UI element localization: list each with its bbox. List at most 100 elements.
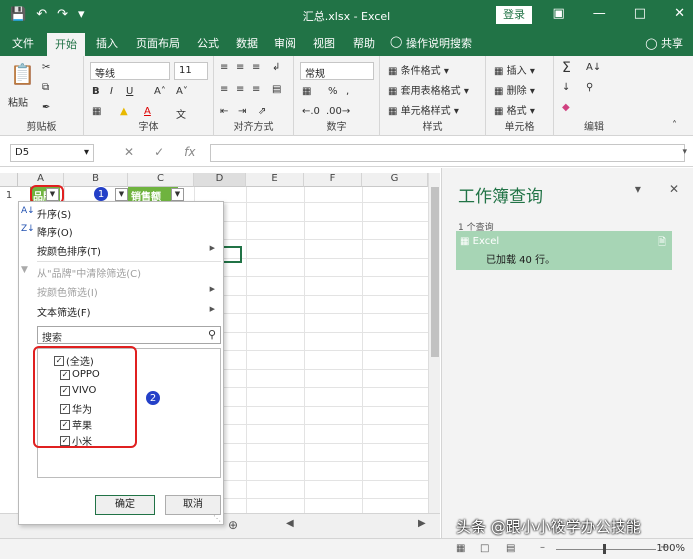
cancel-entry-icon[interactable]: ✕ — [124, 145, 134, 159]
tab-page-layout[interactable]: 页面布局 — [136, 35, 180, 51]
cancel-button[interactable]: 取消 — [165, 495, 221, 515]
tab-data[interactable]: 数据 — [236, 35, 258, 51]
format-painter-icon[interactable]: ✒ — [42, 102, 50, 113]
merge-center-icon[interactable]: ▤ — [272, 84, 281, 95]
align-right-icon[interactable]: ≡ — [252, 84, 260, 95]
confirm-entry-icon[interactable]: ✓ — [154, 145, 164, 159]
font-name-combo[interactable]: 等线 — [90, 62, 170, 80]
page-layout-view-icon[interactable]: □ — [480, 543, 489, 554]
tell-me-search[interactable]: 操作说明搜索 — [406, 35, 472, 51]
filter-dropdown-c1[interactable]: ▼ — [171, 188, 184, 201]
italic-icon[interactable]: I — [110, 86, 113, 97]
scroll-right-icon[interactable]: ▶ — [418, 518, 426, 529]
align-left-icon[interactable]: ≡ — [220, 84, 228, 95]
autosum-icon[interactable]: Σ — [562, 60, 571, 76]
decrease-font-icon[interactable]: A˅ — [176, 86, 188, 97]
format-button[interactable]: ▦ 格式 ▾ — [494, 102, 535, 117]
expand-formula-icon[interactable]: ▾ — [682, 147, 687, 157]
align-top-icon[interactable]: ≡ — [220, 62, 228, 73]
increase-indent-icon[interactable]: ⇥ — [238, 106, 246, 117]
delete-button[interactable]: ▦ 删除 ▾ — [494, 82, 535, 97]
decrease-decimal-icon[interactable]: .00→ — [326, 106, 350, 117]
filter-search-input[interactable]: 搜索 ⚲ — [37, 326, 221, 344]
insert-function-icon[interactable]: fx — [184, 145, 195, 159]
scroll-thumb[interactable] — [431, 187, 439, 357]
tab-insert[interactable]: 插入 — [96, 35, 118, 51]
scroll-left-icon[interactable]: ◀ — [286, 518, 294, 529]
maximize-icon[interactable]: □ — [634, 6, 646, 21]
sort-by-color-item[interactable]: 按颜色排序(T) — [37, 243, 101, 258]
vertical-scrollbar[interactable] — [428, 173, 440, 513]
sort-descending-item[interactable]: 降序(O) — [37, 224, 73, 239]
namebox-dropdown-icon[interactable]: ▾ — [84, 147, 89, 158]
copy-icon[interactable]: ⧉ — [42, 82, 49, 93]
ok-button[interactable]: 确定 — [95, 495, 155, 515]
zoom-slider[interactable] — [556, 549, 656, 550]
cut-icon[interactable]: ✂ — [42, 62, 50, 73]
percent-icon[interactable]: % — [328, 86, 338, 97]
document-icon[interactable]: 🗎 — [658, 235, 666, 252]
align-middle-icon[interactable]: ≡ — [236, 62, 244, 73]
select-all-corner[interactable] — [0, 173, 18, 187]
fill-icon[interactable]: ↓ — [562, 82, 570, 93]
text-filter-item[interactable]: 文本筛选(F) — [37, 304, 91, 319]
collapse-ribbon-icon[interactable]: ˄ — [672, 120, 677, 131]
tab-home[interactable]: 开始 — [47, 33, 85, 56]
name-box[interactable]: D5 ▾ — [10, 144, 94, 162]
orientation-icon[interactable]: ⇗ — [258, 106, 266, 117]
conditional-format-button[interactable]: ▦ 条件格式 ▾ — [388, 62, 449, 77]
formula-input[interactable] — [210, 144, 685, 162]
column-header-e[interactable]: E — [246, 173, 304, 187]
zoom-level[interactable]: 100% — [656, 543, 685, 554]
tab-review[interactable]: 审阅 — [274, 35, 296, 51]
normal-view-icon[interactable]: ▦ — [456, 543, 465, 554]
filter-dropdown-b1[interactable]: ▼ — [115, 188, 128, 201]
query-item[interactable]: ▦ Excel 已加载 40 行。 🗎 — [456, 231, 672, 270]
sort-ascending-item[interactable]: 升序(S) — [37, 206, 71, 221]
align-bottom-icon[interactable]: ≡ — [252, 62, 260, 73]
column-header-b[interactable]: B — [64, 173, 128, 187]
find-select-icon[interactable]: ⚲ — [586, 82, 593, 93]
underline-icon[interactable]: U — [126, 86, 133, 97]
cell-styles-button[interactable]: ▦ 单元格样式 ▾ — [388, 102, 459, 117]
login-button[interactable]: 登录 — [496, 6, 532, 24]
column-header-f[interactable]: F — [304, 173, 362, 187]
tab-view[interactable]: 视图 — [313, 35, 335, 51]
increase-font-icon[interactable]: A˄ — [154, 86, 166, 97]
tab-help[interactable]: 帮助 — [353, 35, 375, 51]
paste-icon[interactable]: 📋 — [10, 62, 35, 86]
border-icon[interactable]: ▦ — [92, 106, 101, 117]
paste-button[interactable]: 粘贴 — [8, 94, 28, 109]
fill-color-icon[interactable]: ▲ — [120, 106, 128, 117]
clear-icon[interactable]: ◆ — [562, 102, 570, 113]
new-sheet-icon[interactable]: ⊕ — [228, 518, 238, 532]
close-icon[interactable]: ✕ — [674, 6, 685, 21]
tab-file[interactable]: 文件 — [12, 35, 34, 51]
column-header-d[interactable]: D — [194, 173, 246, 187]
format-as-table-button[interactable]: ▦ 套用表格格式 ▾ — [388, 82, 469, 97]
zoom-slider-thumb[interactable] — [603, 544, 606, 554]
bold-icon[interactable]: B — [92, 86, 100, 97]
sort-filter-icon[interactable]: A↓ — [586, 62, 601, 73]
align-center-icon[interactable]: ≡ — [236, 84, 244, 95]
share-button[interactable]: ◯ 共享 — [645, 35, 683, 51]
page-break-view-icon[interactable]: ▤ — [506, 543, 515, 554]
currency-icon[interactable]: ▦ — [302, 86, 311, 97]
decrease-indent-icon[interactable]: ⇤ — [220, 106, 228, 117]
column-header-c[interactable]: C — [128, 173, 194, 187]
ribbon-display-icon[interactable]: ▣ — [553, 6, 565, 21]
pane-options-icon[interactable]: ▾ — [635, 182, 641, 196]
number-format-combo[interactable]: 常规 — [300, 62, 374, 80]
insert-button[interactable]: ▦ 插入 ▾ — [494, 62, 535, 77]
column-header-g[interactable]: G — [362, 173, 428, 187]
font-color-icon[interactable]: A — [144, 106, 151, 117]
minimize-icon[interactable]: — — [593, 6, 606, 21]
zoom-out-icon[interactable]: – — [540, 542, 545, 553]
pane-close-icon[interactable]: ✕ — [669, 182, 679, 196]
increase-decimal-icon[interactable]: ←.0 — [302, 106, 320, 117]
resize-grip-icon[interactable]: ⋱ — [213, 514, 221, 523]
comma-icon[interactable]: , — [346, 86, 349, 97]
tab-formulas[interactable]: 公式 — [197, 35, 219, 51]
font-size-combo[interactable]: 11 — [174, 62, 208, 80]
wrap-text-icon[interactable]: ↲ — [272, 62, 280, 73]
